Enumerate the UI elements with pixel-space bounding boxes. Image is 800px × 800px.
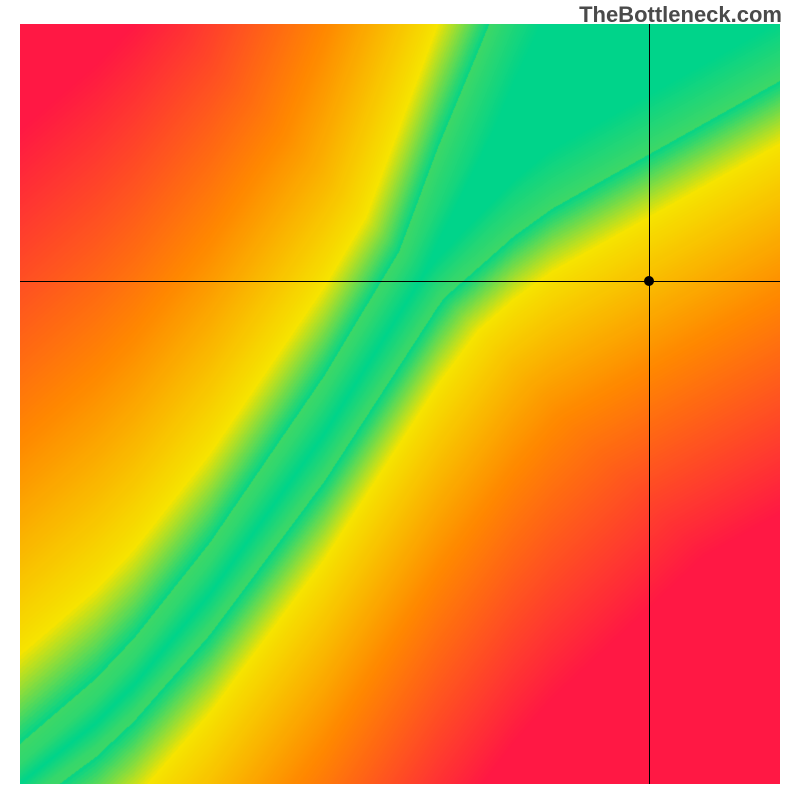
heatmap-canvas — [20, 24, 780, 784]
heatmap-plot — [20, 24, 780, 784]
crosshair-horizontal — [20, 281, 780, 282]
chart-container: TheBottleneck.com — [0, 0, 800, 800]
crosshair-vertical — [649, 24, 650, 784]
selection-marker — [644, 276, 654, 286]
watermark-text: TheBottleneck.com — [579, 2, 782, 28]
